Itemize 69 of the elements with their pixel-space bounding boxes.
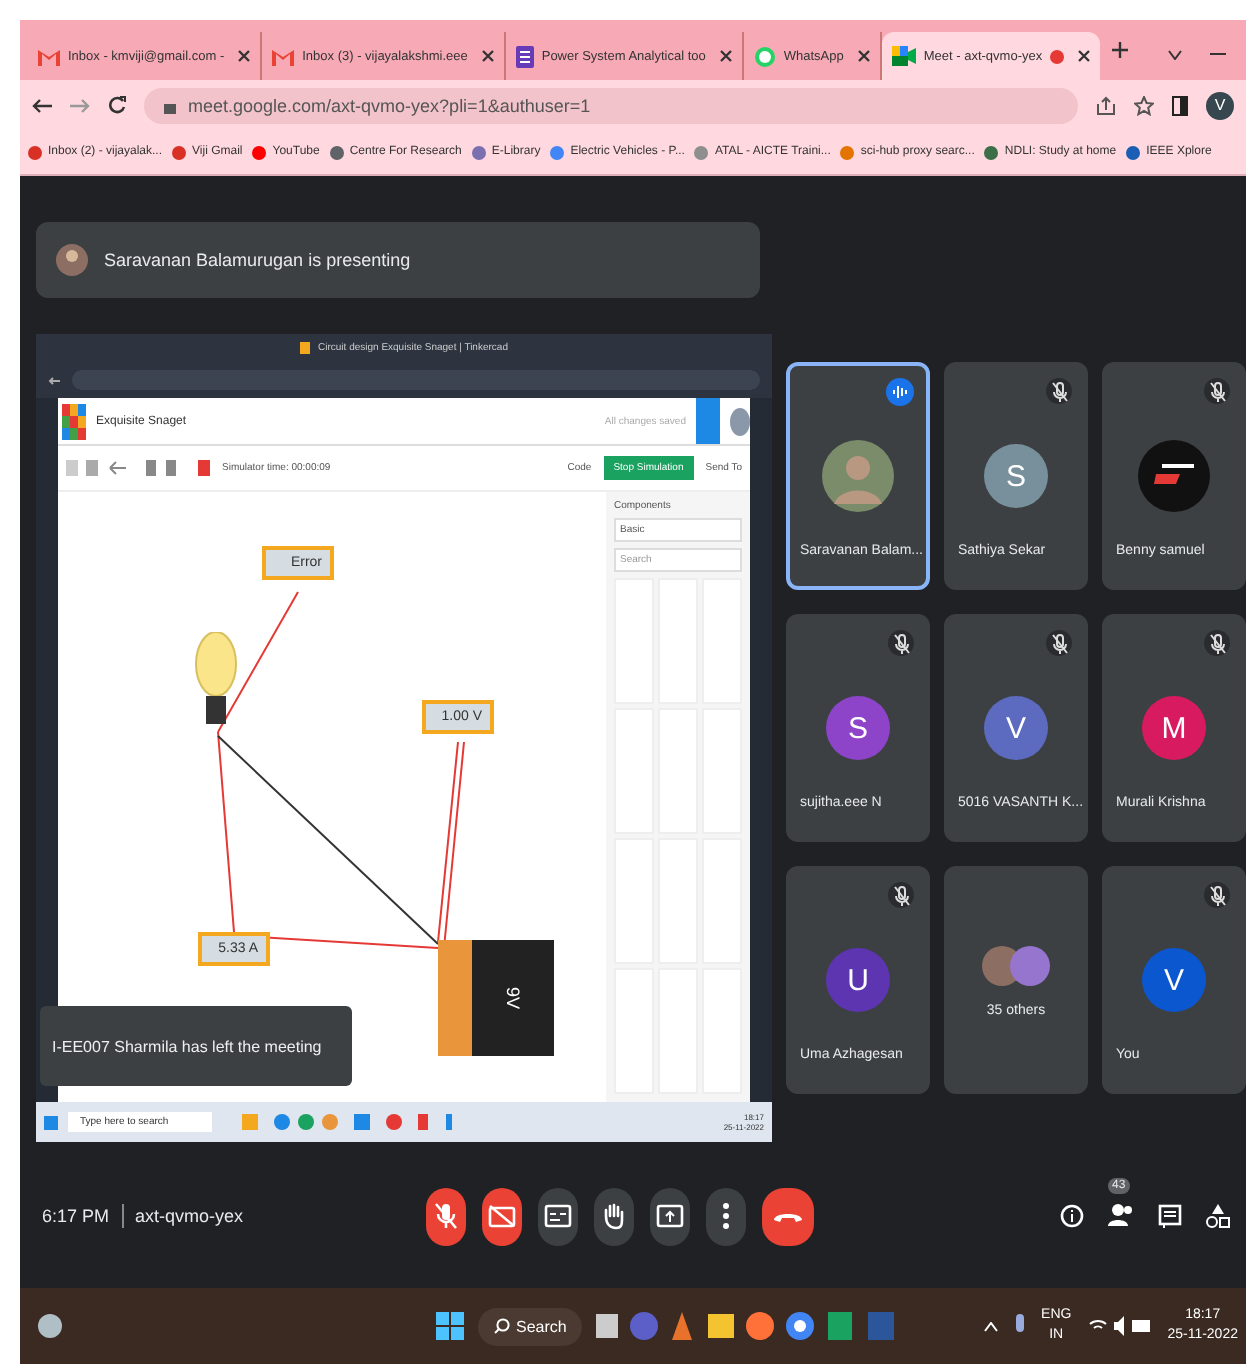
avatar-letter: S [984,444,1048,508]
raise-hand-button[interactable] [593,1187,634,1246]
close-icon[interactable] [857,50,870,62]
recording-icon [1050,49,1065,63]
windows-start-icon[interactable] [436,1312,464,1341]
chat-bubble-icon [753,45,776,67]
weather-icon[interactable] [36,1312,64,1341]
avatar-circle [822,440,894,512]
microphone-button[interactable] [425,1187,466,1246]
avatar-letter: M [1142,696,1206,760]
tinkercad-logo-icon [62,403,86,439]
more-vertical-icon [721,1202,730,1231]
close-icon[interactable] [1078,50,1091,62]
chevron-down-icon[interactable] [1168,49,1183,59]
windows-start-icon[interactable] [44,1115,58,1129]
captions-icon [543,1204,572,1229]
address-bar[interactable]: meet.google.com/axt-qvmo-yex?pli=1&authuser=1 [144,87,1078,123]
close-icon[interactable] [719,50,732,62]
microphone-off-icon [433,1202,458,1231]
camera-off-icon [487,1204,516,1229]
plus-icon[interactable] [1112,42,1129,58]
color-swatch-icon[interactable] [198,460,210,476]
app-logo-icon [300,342,311,354]
avatar-letter: S [826,696,890,760]
people-icon[interactable] [1108,1202,1134,1227]
chat-icon[interactable] [1158,1204,1182,1229]
chevron-up-icon[interactable] [983,1321,998,1332]
document-icon [515,45,534,67]
avatar-letter: V [984,696,1048,760]
meeting-time: 6:17 PM [42,1206,110,1227]
reload-icon[interactable] [108,96,126,114]
speaking-indicator-icon [886,378,914,406]
view-toggle-button[interactable] [696,398,720,444]
url-text: meet.google.com/axt-qvmo-yex?pli=1&authuser=1 [188,95,591,115]
present-button[interactable] [649,1187,690,1246]
share-icon[interactable] [1096,95,1116,115]
battery-label: 9V [503,987,523,1009]
info-icon[interactable] [1060,1204,1084,1229]
taskbar-search-button[interactable]: Search [478,1307,583,1346]
back-icon[interactable] [48,375,60,385]
avatar-letter: U [826,948,890,1012]
close-icon[interactable] [481,50,494,62]
mail-icon [272,47,295,65]
phone-hang-up-icon [771,1208,804,1225]
sidebar-icon[interactable] [1172,95,1188,115]
video-camera-icon [891,46,916,66]
star-icon[interactable] [1134,95,1154,115]
wifi-speaker-battery-icon[interactable] [1087,1316,1152,1337]
leave-call-button[interactable] [761,1187,814,1246]
search-icon [494,1318,510,1335]
more-options-button[interactable] [705,1187,746,1246]
activities-icon[interactable] [1206,1204,1230,1229]
notification-text: I-EE007 Sharmila has left the meeting [52,1037,322,1055]
minimize-icon[interactable] [1210,52,1227,56]
user-avatar [730,407,750,435]
avatar-circle [56,244,88,276]
hand-icon [601,1202,626,1231]
logo-avatar [1138,440,1210,512]
presenter-text: Saravanan Balamurugan is presenting [104,250,411,270]
captions-button[interactable] [537,1187,578,1246]
avatar-group [980,943,1052,987]
avatar-letter: V [1142,948,1206,1012]
camera-button[interactable] [481,1187,522,1246]
mail-icon [38,47,60,65]
profile-avatar[interactable]: V [1206,91,1234,119]
back-icon[interactable] [32,97,52,113]
meeting-code: axt-qvmo-yex [135,1206,244,1227]
close-icon[interactable] [238,50,251,62]
present-screen-icon [655,1204,684,1229]
